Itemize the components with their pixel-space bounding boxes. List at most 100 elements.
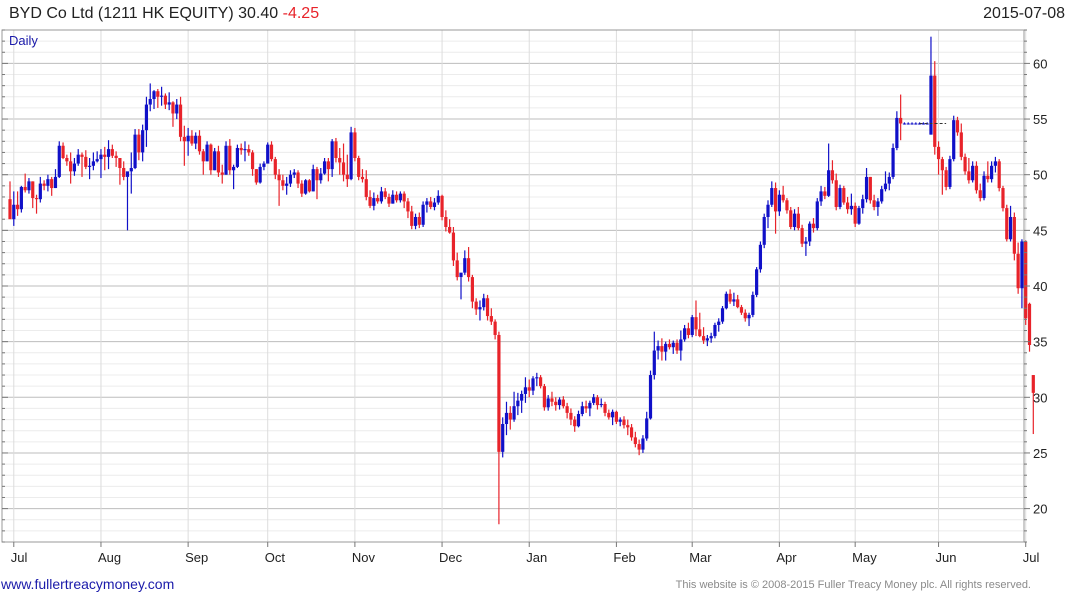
candle-body [815,201,819,229]
candle-body [883,183,888,190]
candle-body [216,151,221,173]
candle-body [736,299,740,308]
candle-body [65,158,69,162]
candle-body [755,269,759,295]
candle-body [114,155,118,158]
candle-body [57,145,61,177]
candle-body [224,145,228,175]
candle-body [326,161,330,170]
x-tick-label: Sep [185,550,208,565]
candle-body [91,161,95,166]
candle-body [811,223,816,229]
candle-body [512,406,516,420]
candle-body [493,321,497,335]
candle-body [84,156,88,167]
candle-body [933,75,937,147]
candle-body [330,141,334,170]
candle-body [766,204,770,217]
candle-body [743,312,747,319]
candle-body [648,375,653,419]
candle-body [122,168,126,177]
candle-body [573,419,577,427]
candle-body [448,227,452,233]
candle-body [285,183,289,186]
candle-body [516,400,520,407]
candle-body [808,223,812,242]
candle-body [887,176,891,184]
candle-body [709,336,713,339]
candle-body [535,377,539,379]
candle-body [402,193,406,202]
x-tick-label: Jan [526,550,547,565]
candle-body [701,336,706,341]
candle-body [436,195,440,203]
candle-body [872,200,876,207]
candle-body [152,91,156,100]
candle-body [250,152,255,170]
candle-body [186,135,190,142]
candle-body [667,343,672,348]
candle-body [262,163,266,167]
candle-body [478,307,482,310]
candle-body [80,154,84,157]
candle-body [387,196,391,204]
x-tick-label: Jun [936,550,957,565]
candle-body [341,162,346,175]
candle-body [455,260,459,278]
candle-body [550,398,554,402]
candle-body [554,401,558,406]
candle-body [144,104,149,131]
candle-body [796,213,800,229]
candle-body [103,154,107,157]
candle-body [12,204,16,220]
candle-body [118,158,122,169]
candle-body [656,346,660,351]
candle-body [376,198,380,202]
candle-body [429,201,433,207]
candle-body [603,403,607,413]
candle-body [967,171,971,181]
y-tick-label: 45 [1033,223,1047,238]
candle-body [902,123,907,125]
candle-body [997,161,1001,189]
candle-body [683,328,687,340]
candle-body [910,123,914,125]
candle-body [679,339,683,351]
candle-body [633,437,637,445]
candle-body [569,412,573,420]
candle-body [1016,253,1020,289]
candle-body [527,387,531,391]
candle-body [626,425,630,428]
candle-body [664,343,668,352]
candle-body [557,399,562,406]
site-link[interactable]: www.fullertreacymoney.com [1,576,174,592]
candle-body [531,378,535,391]
candle-body [106,149,111,157]
candle-body [95,159,99,162]
x-tick-label: Nov [352,550,376,565]
candle-body [974,165,979,191]
candle-body [266,144,270,164]
candle-body [906,123,910,125]
candle-body [686,328,691,335]
candle-body [413,216,418,226]
candle-body [23,186,27,191]
candle-body [777,194,781,212]
candle-body [694,317,698,330]
candle-body [827,170,831,196]
candle-body [307,180,312,192]
candle-body [830,170,835,181]
candle-body [197,135,202,152]
candle-body [345,174,349,180]
candle-body [792,213,797,228]
candle-body [629,427,634,438]
x-tick-label: Jul [1023,550,1040,565]
candle-body [368,196,372,206]
candle-body [823,191,827,196]
candle-body [425,201,429,205]
candle-body [133,134,137,169]
candle-body [360,176,365,180]
candle-body [982,175,986,199]
candle-body [50,179,54,189]
candle-body [46,179,50,186]
